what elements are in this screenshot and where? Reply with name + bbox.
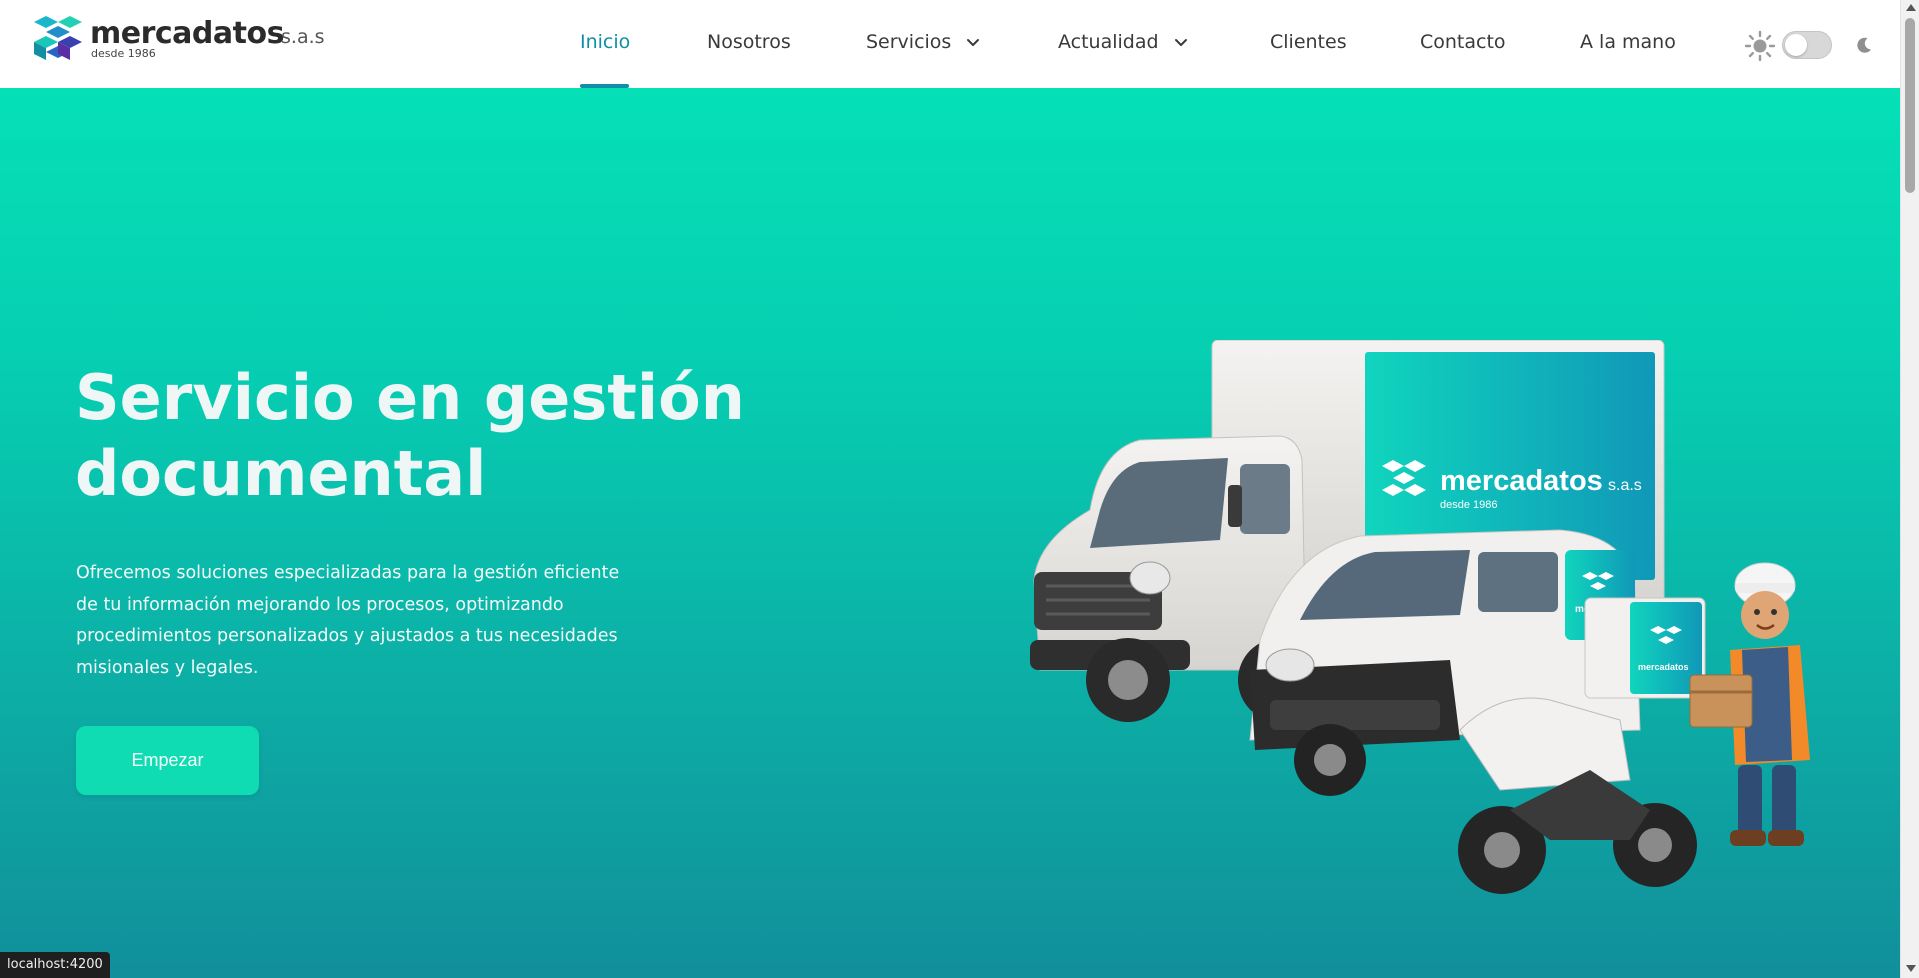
nav-item-label: Inicio bbox=[580, 31, 631, 53]
box-brand-text: mercadatos bbox=[1638, 662, 1689, 672]
truck-since-text: desde 1986 bbox=[1440, 499, 1498, 511]
nav-item-label: A la mano bbox=[1580, 31, 1676, 53]
nav-item-contacto[interactable]: Contacto bbox=[1420, 31, 1506, 53]
start-button[interactable]: Empezar bbox=[76, 726, 259, 795]
nav-item-actualidad[interactable]: Actualidad bbox=[1058, 31, 1189, 53]
active-nav-indicator bbox=[580, 84, 629, 88]
truck-suffix-text: s.a.s bbox=[1608, 477, 1642, 494]
nav-item-label: Servicios bbox=[866, 31, 952, 53]
chevron-down-icon bbox=[967, 39, 980, 46]
nav-item-clientes[interactable]: Clientes bbox=[1270, 31, 1347, 53]
nav-item-a-la-mano[interactable]: A la mano bbox=[1580, 31, 1676, 53]
nav-item-inicio[interactable]: Inicio bbox=[580, 31, 630, 53]
switch-knob bbox=[1785, 34, 1807, 56]
dark-mode-switch[interactable] bbox=[1782, 31, 1832, 59]
scroll-up-arrow-icon[interactable] bbox=[1906, 4, 1916, 11]
truck-brand-text: mercadatos bbox=[1440, 465, 1603, 497]
top-navbar: mercadatos s.a.s desde 1986 Inicio Nosot… bbox=[0, 0, 1900, 88]
sun-icon[interactable] bbox=[1744, 30, 1776, 62]
theme-toggle bbox=[1744, 28, 1874, 62]
main-nav: Inicio Nosotros Servicios Actualidad Cli… bbox=[0, 0, 1700, 88]
scroll-down-arrow-icon[interactable] bbox=[1906, 965, 1916, 972]
nav-item-servicios[interactable]: Servicios bbox=[866, 31, 981, 53]
nav-item-nosotros[interactable]: Nosotros bbox=[707, 31, 791, 53]
hero-section: Servicio en gestión documental Ofrecemos… bbox=[0, 88, 1900, 978]
delivery-vehicles-illustration: mercadatos s.a.s desde 1986 mercadatos bbox=[1030, 340, 1810, 894]
moon-icon[interactable] bbox=[1854, 35, 1874, 55]
nav-item-label: Actualidad bbox=[1058, 31, 1159, 53]
chevron-down-icon bbox=[1174, 39, 1187, 46]
scroll-thumb[interactable] bbox=[1905, 18, 1915, 193]
nav-item-label: Nosotros bbox=[707, 31, 791, 53]
nav-item-label: Contacto bbox=[1420, 31, 1506, 53]
status-bar-url: localhost:4200 bbox=[0, 952, 110, 978]
hero-title: Servicio en gestión documental bbox=[75, 361, 745, 510]
page-scrollbar[interactable] bbox=[1900, 0, 1919, 978]
nav-item-label: Clientes bbox=[1270, 31, 1347, 53]
hero-description: Ofrecemos soluciones especializadas para… bbox=[76, 563, 620, 678]
